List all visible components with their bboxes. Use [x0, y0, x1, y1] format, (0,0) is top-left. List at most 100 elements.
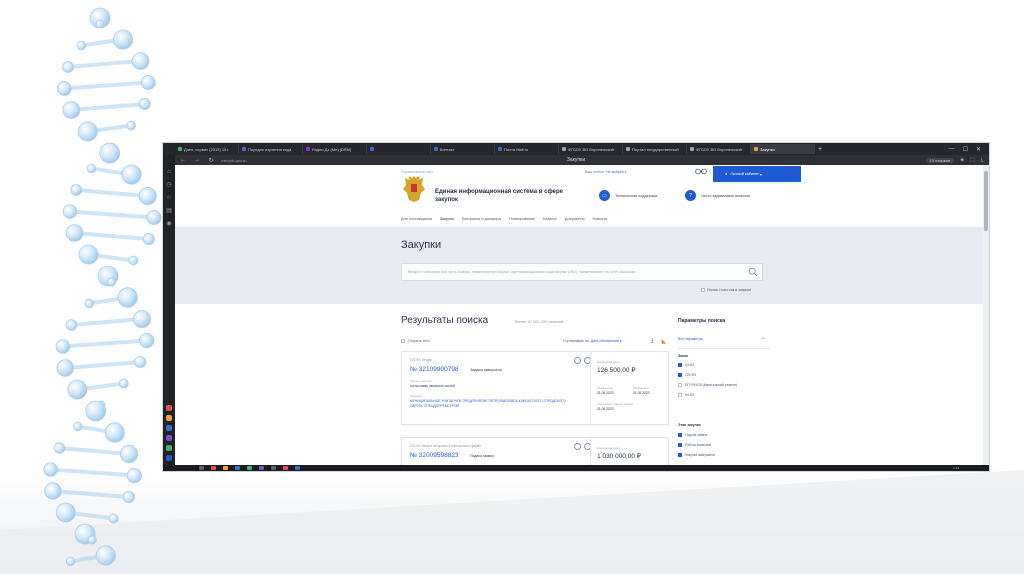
browser-tab[interactable]: ФГБОУ ВО Воронежский	[687, 144, 751, 154]
law-group-title: Закон	[678, 354, 689, 358]
browser-tab[interactable]: Портал государственный	[623, 144, 687, 154]
minimize-icon[interactable]: —	[949, 146, 955, 153]
reload-icon[interactable]: ↻	[207, 157, 215, 164]
nav-item[interactable]: Планирование	[509, 217, 535, 221]
taskbar-app[interactable]	[247, 466, 252, 470]
glasses-icon[interactable]	[695, 168, 707, 175]
filter-checkbox[interactable]: ПП РФ 615 (Капитальный ремонт)	[678, 383, 737, 387]
purchase-price: 1 030 000,00 ₽	[597, 453, 641, 460]
search-icon[interactable]	[748, 267, 758, 277]
app-icon[interactable]	[166, 445, 172, 451]
browser-tab[interactable]: Дзен. сервис (2019) 15×	[175, 144, 239, 154]
page-scrollbar[interactable]	[983, 165, 989, 465]
customer-link[interactable]: МУНИЦИПАЛЬНОЕ УНИТАРНОЕ ПРЕДПРИЯТИЕ ПЕТР…	[410, 399, 570, 409]
taskbar-app[interactable]	[223, 466, 228, 470]
app-icon[interactable]	[166, 415, 172, 421]
purchase-stage: Закупка завершена	[470, 368, 502, 372]
bookmark-icon[interactable]: ☆	[166, 194, 171, 201]
taskbar-app[interactable]	[295, 466, 300, 470]
app-icon[interactable]	[166, 455, 172, 461]
back-icon[interactable]: ←	[179, 157, 187, 163]
favorite-icon[interactable]	[574, 357, 581, 364]
posted-date: 31.05.2023	[597, 391, 614, 395]
tab-label: ФГБОУ ВО Воронежский	[568, 146, 614, 152]
nav-item[interactable]: Закупки	[440, 217, 454, 221]
taskbar-app[interactable]	[283, 466, 288, 470]
expand-tags-toggle[interactable]: Открыть теги	[401, 339, 429, 343]
law-label: 223-ФЗ Запрос котировок в электронной фо…	[410, 444, 481, 448]
region-selector[interactable]: Ваш регион: Не выбран ▾	[585, 170, 626, 174]
notes-icon[interactable]: ▤	[166, 207, 172, 214]
web-page: Официальный сайт Ваш регион: Не выбран ▾…	[175, 165, 983, 465]
stage-group-title: Этап закупки	[678, 423, 701, 427]
all-params-link[interactable]: Все параметры	[678, 337, 703, 341]
download-results-icon[interactable]: ⤓	[651, 338, 654, 345]
tab-favicon-icon	[242, 147, 246, 151]
reviews-pill[interactable]: 13 отзывов	[925, 157, 955, 163]
browser-sidebar: ⌂ ◷ ☆ ▤ ◉	[163, 155, 175, 471]
purchase-number-link[interactable]: № 32109900798	[410, 366, 459, 373]
forward-icon[interactable]: →	[193, 157, 201, 163]
taskbar-app[interactable]	[271, 466, 276, 470]
faq-link[interactable]: ? Часто задаваемые вопросы	[685, 190, 750, 201]
browser-tab[interactable]: Радио Дз (Мн) [DRM]	[303, 144, 367, 154]
site-header	[175, 165, 983, 215]
os-taskbar: 1:14	[163, 465, 989, 471]
tab-favicon-icon	[626, 147, 630, 151]
browser-tab[interactable]: Порядок изучения кода	[239, 144, 303, 154]
taskbar-app[interactable]	[259, 466, 264, 470]
nav-item[interactable]: Для поставщиков	[401, 217, 432, 221]
favorite-icon[interactable]	[574, 443, 581, 450]
shield-icon[interactable]: ◈	[960, 157, 964, 163]
purchase-number-link[interactable]: № 32009598823	[410, 452, 459, 459]
filter-checkbox[interactable]: Закупка завершена	[678, 453, 715, 457]
browser-tab[interactable]: Почта Mail.ru	[495, 144, 559, 154]
purchase-card[interactable]: 223-ФЗ Тендер № 32109900798 Закупка заве…	[401, 351, 669, 425]
sort-selector[interactable]: Сортировать по: Дате обновления ▾	[563, 339, 622, 343]
download-icon[interactable]: ⤓	[981, 157, 983, 163]
deadline-date: 31.05.2023	[597, 407, 614, 411]
browser-tab[interactable]: Закупки	[751, 144, 815, 154]
tab-favicon-icon	[306, 147, 310, 151]
tab-favicon-icon	[754, 147, 758, 151]
personal-cabinet-button[interactable]: ● Личный кабинет ▾	[713, 166, 801, 182]
tab-label: Почта Mail.ru	[504, 146, 529, 152]
extensions-icon[interactable]: ⬚	[970, 157, 975, 163]
arrow-right-icon[interactable]: →	[760, 335, 766, 341]
support-link[interactable]: ▭ Техническая поддержка	[599, 190, 657, 201]
updated-label: Обновлено	[633, 386, 649, 390]
nav-item[interactable]: Новости	[593, 217, 608, 221]
filter-checkbox[interactable]: 94-ФЗ	[678, 393, 694, 397]
taskbar-app[interactable]	[235, 466, 240, 470]
home-icon[interactable]: ⌂	[167, 169, 171, 175]
filter-checkbox[interactable]: Работа комиссии	[678, 443, 711, 447]
tab-label: ФГБОУ ВО Воронежский	[696, 146, 742, 152]
maximize-icon[interactable]: ☐	[963, 146, 968, 153]
app-icon[interactable]	[166, 435, 172, 441]
nav-item[interactable]: Каталог	[543, 217, 557, 221]
rss-icon[interactable]: ◣	[662, 338, 667, 345]
history-icon[interactable]: ◷	[166, 181, 171, 188]
nav-item[interactable]: Контракты и договоры	[462, 217, 501, 221]
url-field[interactable]: zakupki.gov.ru	[221, 158, 421, 163]
filter-checkbox[interactable]: 44-ФЗ	[678, 363, 694, 367]
exact-match-checkbox[interactable]: Искать точно как в запросе	[701, 288, 751, 292]
filter-checkbox[interactable]: Подача заявок	[678, 433, 707, 437]
app-icon[interactable]	[166, 425, 172, 431]
tab-favicon-icon	[434, 147, 438, 151]
results-count: более 30 000 000 записей	[515, 319, 564, 324]
nav-item[interactable]: Документы	[565, 217, 585, 221]
new-tab-button[interactable]: +	[815, 146, 825, 153]
main-navigation: Для поставщиков Закупки Контракты и догово…	[401, 217, 607, 221]
app-icon[interactable]	[166, 405, 172, 411]
browser-tab[interactable]	[367, 144, 431, 154]
search-input[interactable]: Введите полностью или часть номера, наим…	[401, 263, 763, 281]
taskbar-app[interactable]	[211, 466, 216, 470]
filter-checkbox[interactable]: 223-ФЗ	[678, 373, 696, 377]
taskbar-app[interactable]	[199, 466, 204, 470]
purchase-card[interactable]: 223-ФЗ Запрос котировок в электронной фо…	[401, 437, 669, 465]
close-icon[interactable]: ✕	[976, 146, 981, 153]
screenshot-icon[interactable]: ◉	[166, 220, 171, 227]
browser-tab[interactable]: ФГБОУ ВО Воронежский	[559, 144, 623, 154]
browser-tab[interactable]: Контакт	[431, 144, 495, 154]
